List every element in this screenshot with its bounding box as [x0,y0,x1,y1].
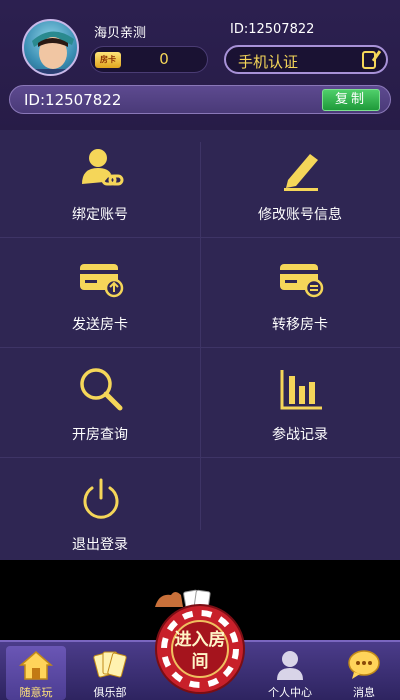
menu-label: 退出登录 [72,537,128,553]
card-send-icon [80,264,124,298]
menu-battle-records[interactable]: 参战记录 [200,350,400,460]
menu-logout[interactable]: 退出登录 [0,460,200,570]
nav-item-casual[interactable]: 随意玩 [6,646,66,700]
grid-divider [0,347,400,348]
menu-room-query[interactable]: 开房查询 [0,350,200,460]
id-bar: ID:12507822 复制 [9,85,391,114]
cards-icon [93,651,127,678]
chat-bubble-icon [348,650,380,679]
room-card-icon: 房卡 [95,52,121,68]
nav-label: 消息 [353,686,375,699]
nav-label: 个人中心 [268,686,312,699]
copy-id-button[interactable]: 复制 [322,89,380,111]
menu-label: 转移房卡 [272,317,328,333]
phone-auth-button[interactable]: 手机认证 [224,45,388,74]
search-icon [80,368,123,411]
grid-divider [0,457,400,458]
bar-chart-icon [280,370,322,410]
nav-item-club[interactable]: 俱乐部 [80,646,140,700]
id-bar-text: ID:12507822 [24,91,122,109]
home-icon [18,651,54,680]
avatar-portrait [28,31,77,74]
nickname: 海贝亲测 [94,26,147,41]
room-card-balance: 房卡 0 [90,46,208,73]
user-id-label: ID:12507822 [230,22,315,37]
power-icon [83,478,119,519]
menu-transfer-card[interactable]: 转移房卡 [200,240,400,350]
nav-label: 俱乐部 [93,686,127,699]
menu-send-card[interactable]: 发送房卡 [0,240,200,350]
profile-header: 海贝亲测 ID:12507822 房卡 0 手机认证 ID:12507822 复… [0,0,400,130]
menu-label: 发送房卡 [72,317,128,333]
grid-divider [0,237,400,238]
nav-label: 随意玩 [19,686,53,699]
menu-label: 绑定账号 [72,207,128,223]
grid-divider-vertical [200,142,201,530]
nav-item-messages[interactable]: 消息 [334,646,394,700]
phone-edit-icon [362,51,376,69]
person-icon [277,651,303,680]
menu-label: 参战记录 [272,427,328,443]
menu-edit-account[interactable]: 修改账号信息 [200,130,400,240]
card-transfer-icon [280,264,324,298]
menu-label: 修改账号信息 [258,207,342,223]
phone-auth-label: 手机认证 [238,53,299,71]
menu-label: 开房查询 [72,427,128,443]
user-link-icon [82,149,124,186]
nav-item-profile[interactable]: 个人中心 [260,646,320,700]
enter-room-label: 进入房间 [174,630,226,672]
room-card-count: 0 [159,50,169,68]
enter-room-button[interactable]: 进入房间 [145,585,255,695]
avatar[interactable] [22,19,79,76]
menu-bind-account[interactable]: 绑定账号 [0,130,200,240]
edit-pen-icon [284,154,318,191]
